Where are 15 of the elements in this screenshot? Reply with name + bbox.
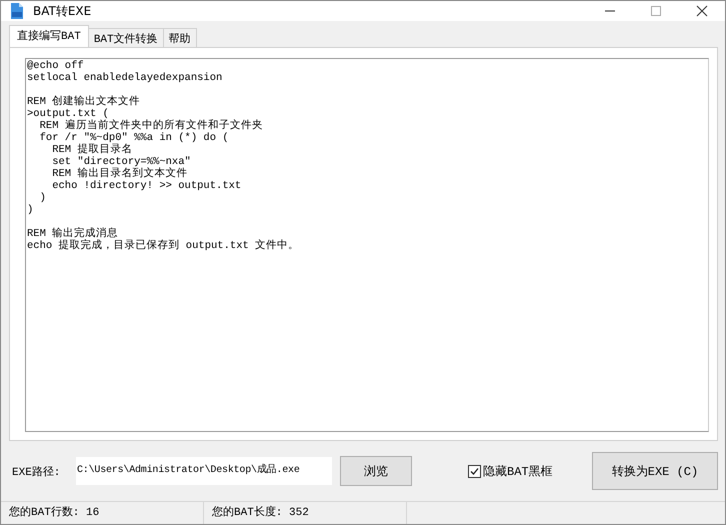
code-editor[interactable]: @echo off setlocal enabledelayedexpansion REM 创建输出文本文件 >output.txt ( REM 遍历当前文件夹中的所有文件和子文件夹 for /r "%~dp0" %%a in (*) do ( REM 提取目录名 set "directory=%%~nxa" REM 输出目录名到文本文件 echo !directory! >> output.txt ) ) REM 输出完成消息 echo 提取完成，目录已保存到 output.txt 文件中。	[25, 58, 709, 432]
file-icon	[9, 2, 25, 20]
tab[interactable]: 帮助	[162, 28, 197, 47]
tab[interactable]: BAT文件转换	[88, 28, 164, 47]
checkmark-icon	[469, 466, 480, 476]
browse-button[interactable]: 浏览	[340, 456, 412, 486]
exe-path-label: EXE路径:	[12, 465, 62, 478]
status-text: 您的BAT行数: 16	[9, 507, 100, 519]
exe-path-field[interactable]: C:\Users\Administrator\Desktop\成品.exe	[76, 457, 332, 485]
convert-button[interactable]: 转换为EXE (C)	[592, 452, 718, 490]
status-text: 您的BAT长度: 352	[212, 507, 309, 519]
hide-console-checkbox[interactable]: 隐藏BAT黑框	[468, 462, 553, 480]
close-icon[interactable]	[696, 5, 708, 17]
tab[interactable]: 直接编写BAT	[9, 25, 89, 47]
window-title: BAT转EXE	[33, 2, 92, 20]
